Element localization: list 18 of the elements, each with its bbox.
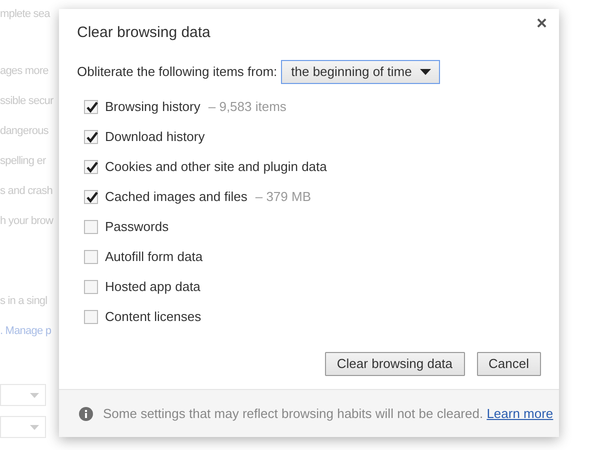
checkbox-label: Passwords [105, 218, 169, 236]
checkbox-label: Download history [105, 128, 205, 146]
period-dropdown[interactable]: the beginning of time [281, 60, 440, 84]
dialog-title: Clear browsing data [77, 24, 210, 41]
item-count: – 9,583 items [208, 98, 286, 116]
cancel-button[interactable]: Cancel [476, 352, 541, 376]
checkbox-label: Hosted app data [105, 278, 200, 296]
period-label: Obliterate the following items from: [77, 63, 278, 82]
checkbox-label: Content licenses [105, 308, 202, 326]
checkbox-label: Autofill form data [105, 248, 203, 266]
checkbox-label: Cached images and files [105, 188, 248, 206]
checkbox-label: Cookies and other site and plugin data [105, 158, 327, 176]
learn-more-link[interactable]: Learn more [486, 406, 554, 421]
clear-button[interactable]: Clear browsing data [324, 352, 465, 376]
close-button[interactable]: × [532, 13, 551, 33]
item-count: – 379 MB [255, 188, 312, 206]
checkbox-label: Browsing history [105, 98, 200, 116]
footer-note: Some settings that may reflect browsing habits will not be cleared. Learn more [103, 404, 554, 423]
